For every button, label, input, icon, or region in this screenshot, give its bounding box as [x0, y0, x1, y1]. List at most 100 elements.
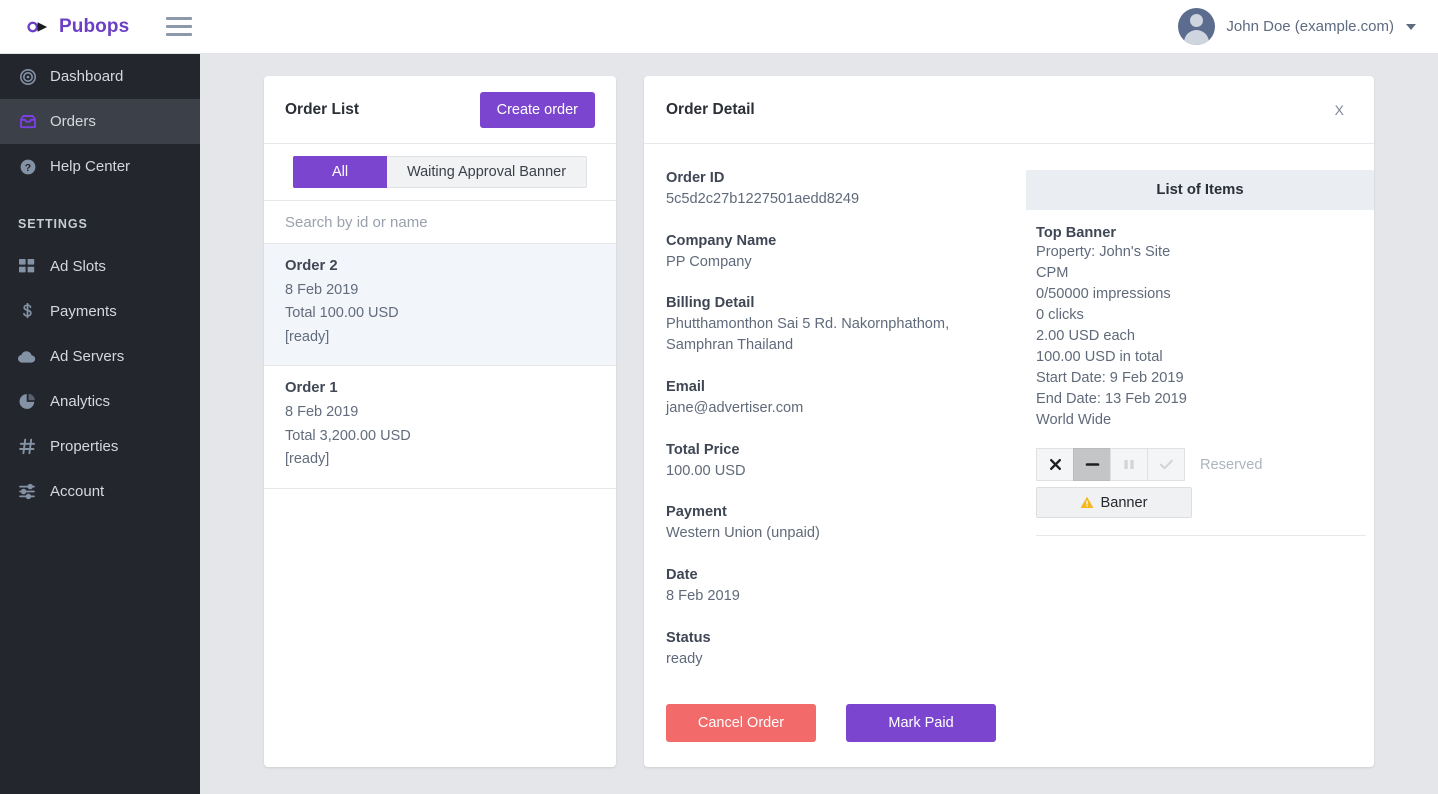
close-x-icon[interactable]: X	[1327, 98, 1352, 122]
field-value: jane@advertiser.com	[666, 399, 804, 416]
order-list-item[interactable]: Order 2 8 Feb 2019 Total 100.00 USD [rea…	[264, 244, 616, 367]
field-status: Status ready	[666, 630, 1004, 670]
hamburger-bar	[166, 17, 193, 20]
pause-icon	[1110, 448, 1148, 481]
order-status: [ready]	[285, 328, 330, 345]
item-state-controls: Reserved	[1036, 448, 1364, 481]
search-input[interactable]	[264, 201, 616, 243]
pie-chart-icon	[18, 392, 37, 411]
order-list-panel: Order List Create order All Waiting Appr…	[264, 76, 616, 767]
question-circle-icon: ?	[18, 157, 37, 176]
item-unit-price: 2.00 USD each	[1036, 328, 1135, 344]
brand-logo-group[interactable]: Pubops	[27, 16, 129, 38]
field-value: 100.00 USD	[666, 462, 746, 479]
item-state-button-group	[1036, 448, 1185, 481]
item-geo-target: World Wide	[1036, 412, 1112, 428]
order-total: Total 100.00 USD	[285, 305, 399, 322]
sidebar-item-label: Orders	[50, 113, 96, 130]
field-order-id: Order ID 5c5d2c27b1227501aedd8249	[666, 170, 1004, 210]
sidebar-item-label: Ad Servers	[50, 348, 125, 365]
order-list-item[interactable]: Order 1 8 Feb 2019 Total 3,200.00 USD [r…	[264, 366, 616, 489]
sliders-icon	[18, 482, 37, 501]
dollar-sign-icon	[18, 302, 37, 321]
sidebar-item-label: Account	[50, 483, 105, 500]
order-date: 8 Feb 2019	[285, 282, 359, 298]
brand-name: Pubops	[59, 15, 130, 37]
minus-icon[interactable]	[1073, 448, 1111, 481]
hamburger-bar	[166, 33, 193, 36]
order-name: Order 1	[285, 380, 338, 397]
field-label: Date	[666, 567, 698, 584]
field-label: Company Name	[666, 232, 777, 249]
field-value: Western Union (unpaid)	[666, 525, 820, 542]
creative-banner-label: Banner	[1100, 494, 1148, 511]
x-mark-icon[interactable]	[1036, 448, 1074, 481]
field-value: Phutthamonthon Sai 5 Rd. Nakornphathom, …	[666, 316, 950, 354]
sidebar: Dashboard Orders ? Help Center SETTINGS	[0, 54, 200, 794]
tab-group: All Waiting Approval Banner	[293, 156, 587, 188]
order-total: Total 3,200.00 USD	[285, 427, 411, 444]
sidebar-item-label: Help Center	[50, 158, 131, 175]
sidebar-item-label: Ad Slots	[50, 258, 106, 275]
sidebar-item-properties[interactable]: Properties	[0, 424, 200, 469]
warning-triangle-icon	[1081, 496, 1094, 508]
user-avatar-icon	[1178, 8, 1216, 45]
order-search-row	[264, 201, 616, 244]
tab-all[interactable]: All	[293, 156, 387, 188]
sidebar-item-dashboard[interactable]: Dashboard	[0, 54, 200, 99]
order-list-tabs: All Waiting Approval Banner	[264, 144, 616, 201]
order-detail-panel: Order Detail X Order ID 5c5d2c27b1227501…	[644, 76, 1374, 767]
hamburger-bar	[166, 25, 193, 28]
item-end-date: End Date: 13 Feb 2019	[1036, 391, 1187, 407]
field-value: ready	[666, 650, 703, 667]
top-bar: Pubops John Doe (example.com)	[0, 0, 1438, 54]
mark-paid-button[interactable]: Mark Paid	[846, 704, 996, 742]
field-total-price: Total Price 100.00 USD	[666, 442, 1004, 482]
order-list-header: Order List Create order	[264, 76, 616, 144]
hash-icon	[18, 437, 37, 456]
field-value: PP Company	[666, 253, 752, 270]
sidebar-item-label: Payments	[50, 303, 117, 320]
order-detail-fields: Order ID 5c5d2c27b1227501aedd8249 Compan…	[644, 144, 1026, 766]
sidebar-item-help-center[interactable]: ? Help Center	[0, 144, 200, 189]
sidebar-item-analytics[interactable]: Analytics	[0, 379, 200, 424]
order-status: [ready]	[285, 451, 330, 468]
order-detail-body: Order ID 5c5d2c27b1227501aedd8249 Compan…	[644, 144, 1374, 766]
field-date: Date 8 Feb 2019	[666, 567, 1004, 607]
field-company-name: Company Name PP Company	[666, 233, 1004, 273]
cancel-order-button[interactable]: Cancel Order	[666, 704, 816, 742]
item-property: Property: John's Site	[1036, 244, 1171, 260]
field-payment: Payment Western Union (unpaid)	[666, 504, 1004, 544]
sidebar-settings-heading: SETTINGS	[18, 217, 88, 231]
check-icon	[1147, 448, 1185, 481]
sidebar-item-orders[interactable]: Orders	[0, 99, 200, 144]
hamburger-menu-icon[interactable]	[166, 14, 194, 40]
field-value: 8 Feb 2019	[666, 588, 740, 605]
list-of-items-header: List of Items	[1026, 170, 1374, 210]
creative-banner-button[interactable]: Banner	[1036, 487, 1192, 518]
field-label: Email	[666, 378, 705, 395]
tab-waiting-approval-banner[interactable]: Waiting Approval Banner	[387, 156, 587, 188]
list-of-items-panel: List of Items Top Banner Property: John'…	[1026, 144, 1374, 766]
order-detail-actions: Cancel Order Mark Paid	[666, 704, 996, 742]
user-menu[interactable]: John Doe (example.com)	[1178, 8, 1416, 45]
item-start-date: Start Date: 9 Feb 2019	[1036, 370, 1184, 386]
user-name-label: John Doe (example.com)	[1226, 18, 1394, 35]
cloud-icon	[18, 347, 37, 366]
sidebar-item-payments[interactable]: Payments	[0, 289, 200, 334]
order-list-title: Order List	[285, 100, 360, 118]
item-impressions: 0/50000 impressions	[1036, 286, 1171, 302]
list-of-items-body: Top Banner Property: John's Site CPM 0/5…	[1026, 210, 1374, 536]
sidebar-item-ad-servers[interactable]: Ad Servers	[0, 334, 200, 379]
field-label: Status	[666, 629, 711, 646]
grid-squares-icon	[18, 257, 37, 276]
inbox-icon	[18, 112, 37, 131]
create-order-button[interactable]: Create order	[479, 91, 595, 128]
item-clicks: 0 clicks	[1036, 307, 1084, 323]
order-detail-header: Order Detail X	[644, 76, 1374, 144]
sidebar-item-account[interactable]: Account	[0, 469, 200, 514]
sidebar-item-ad-slots[interactable]: Ad Slots	[0, 244, 200, 289]
field-billing-detail: Billing Detail Phutthamonthon Sai 5 Rd. …	[666, 295, 1004, 355]
order-name: Order 2	[285, 258, 338, 274]
order-detail-title: Order Detail	[666, 100, 755, 118]
